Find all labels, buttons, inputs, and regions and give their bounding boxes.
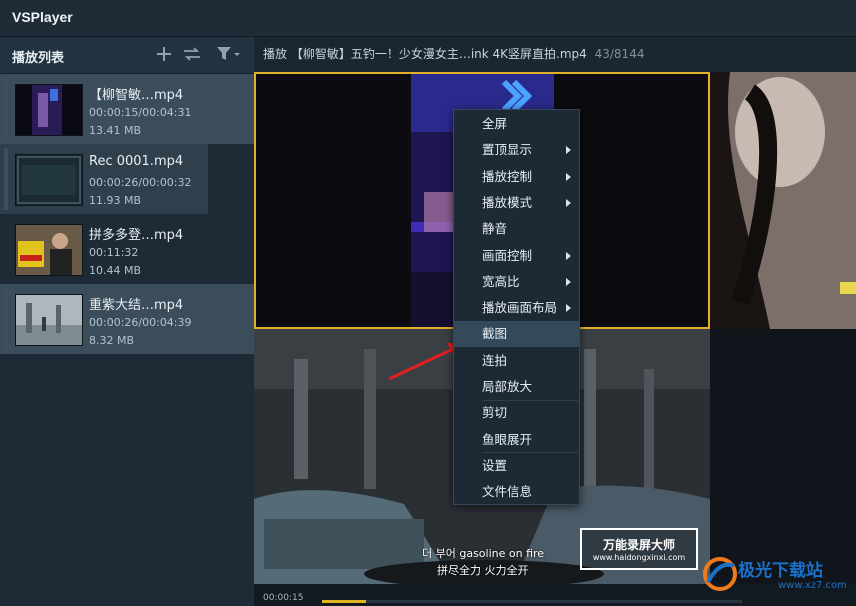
item-marker (4, 148, 8, 210)
item-name: Rec 0001.mp4 (89, 154, 184, 169)
item-marker (4, 78, 8, 140)
submenu-arrow-icon (566, 198, 571, 207)
menu-item[interactable]: 全屏 (454, 111, 579, 137)
playlist-item[interactable]: 拼多多登…mp4 00:11:32 10.44 MB (0, 214, 254, 284)
playlist-item[interactable]: Rec 0001.mp4 00:00:26/00:00:32 11.93 MB (0, 144, 254, 214)
item-size: 11.93 MB (89, 194, 142, 207)
now-playing-bar: 播放 【柳智敏】五钓一！少女漫女主…ink 4K竖屏直拍.mp4 43/8144 (263, 45, 644, 62)
video-cell-4[interactable] (710, 329, 856, 584)
menu-item-label: 局部放大 (482, 379, 533, 394)
watermark-title: 万能录屏大师 (602, 538, 675, 552)
now-playing-title: 播放 【柳智敏】五钓一！少女漫女主…ink 4K竖屏直拍.mp4 (263, 47, 587, 61)
menu-item[interactable]: 播放控制 (454, 164, 579, 190)
menu-item-label: 截图 (482, 326, 508, 342)
menu-item-label: 播放模式 (482, 194, 533, 210)
menu-item[interactable]: 静音 (454, 216, 579, 242)
menu-item-label: 全屏 (482, 116, 508, 131)
context-menu: 全屏置顶显示播放控制播放模式静音画面控制宽高比播放画面布局 截图连拍局部放大剪切鱼… (453, 109, 580, 505)
menu-item-label: 画面控制 (482, 247, 533, 263)
menu-item[interactable]: 鱼眼展开 (454, 427, 579, 453)
site-name: 极光下载站 (738, 561, 823, 581)
subtitle-line-1: 더 부어 gasoline on fire (422, 547, 545, 560)
menu-item-label: 置顶显示 (482, 142, 533, 158)
menu-item-label: 静音 (482, 221, 508, 237)
video-thumbnail (15, 294, 83, 346)
playlist-title: 播放列表 (12, 51, 65, 66)
menu-item[interactable]: 剪切 (454, 400, 579, 426)
menu-item[interactable]: 设置 (454, 453, 579, 479)
playlist-item[interactable]: 重紫大结…mp4 00:00:26/00:04:39 8.32 MB (0, 284, 254, 354)
item-size: 13.41 MB (89, 124, 142, 137)
add-icon[interactable] (155, 45, 173, 67)
video-cell-2[interactable] (710, 72, 856, 329)
menu-item[interactable]: 连拍 (454, 348, 579, 374)
playlist-header: 播放列表 (0, 37, 254, 74)
item-marker (4, 288, 8, 350)
item-name: 拼多多登…mp4 (89, 228, 184, 243)
item-size: 8.32 MB (89, 334, 135, 347)
app-title: VSPlayer (12, 9, 73, 25)
recorder-watermark: 万能录屏大师 www.haidongxinxi.com (580, 528, 698, 570)
filter-icon[interactable] (216, 45, 242, 67)
playlist-sidebar: 播放列表 【柳智敏…mp4 00:00:15/00:04:31 13.41 MB… (0, 37, 254, 606)
playlist: 【柳智敏…mp4 00:00:15/00:04:31 13.41 MB Rec … (0, 74, 254, 354)
subtitle-line-2: 拼尽全力 火力全开 (437, 564, 529, 577)
elapsed-time: 00:00:15 (263, 593, 304, 603)
menu-item[interactable]: 文件信息 (454, 479, 579, 505)
frame-counter: 43/8144 (594, 47, 645, 61)
submenu-arrow-icon (566, 277, 571, 286)
video-frame-empty (710, 329, 856, 584)
menu-item-label: 鱼眼展开 (482, 431, 533, 447)
menu-item[interactable]: 局部放大 (454, 374, 579, 400)
menu-item[interactable]: 宽高比 (454, 269, 579, 295)
menu-item-label: 连拍 (482, 352, 508, 368)
menu-item[interactable]: 播放模式 (454, 190, 579, 216)
item-size: 10.44 MB (89, 264, 142, 277)
submenu-arrow-icon (566, 304, 571, 313)
item-time: 00:11:32 (89, 246, 139, 259)
menu-item-label: 文件信息 (482, 484, 533, 500)
menu-item[interactable]: 置顶显示 (454, 137, 579, 163)
menu-item-label: 设置 (482, 457, 508, 473)
item-time: 00:00:15/00:04:31 (89, 106, 192, 119)
menu-item-label: 剪切 (482, 405, 508, 421)
watermark-url: www.haidongxinxi.com (592, 553, 686, 562)
menu-item-label: 播放画面布局 (482, 300, 558, 316)
item-time: 00:00:26/00:04:39 (89, 316, 192, 329)
playlist-item[interactable]: 【柳智敏…mp4 00:00:15/00:04:31 13.41 MB (0, 74, 254, 144)
video-thumbnail (15, 154, 83, 206)
site-url: www.xz7.com (778, 580, 847, 591)
title-bar: VSPlayer (0, 0, 856, 37)
menu-item[interactable]: 画面控制 (454, 243, 579, 269)
menu-item-label: 宽高比 (482, 273, 520, 289)
progress-fill (322, 600, 366, 603)
video-thumbnail (15, 224, 83, 276)
item-time: 00:00:26/00:00:32 (89, 176, 192, 189)
menu-item[interactable]: 播放画面布局 (454, 295, 579, 321)
video-frame-portrait (710, 72, 856, 329)
menu-item[interactable]: 截图 (454, 321, 579, 348)
item-name: 【柳智敏…mp4 (89, 88, 184, 103)
video-thumbnail (15, 84, 83, 136)
submenu-arrow-icon (566, 172, 571, 181)
progress-track[interactable] (322, 600, 742, 603)
menu-item-label: 播放控制 (482, 168, 533, 184)
shuffle-icon[interactable] (182, 45, 202, 67)
item-name: 重紫大结…mp4 (89, 298, 184, 313)
submenu-arrow-icon (566, 146, 571, 155)
submenu-arrow-icon (566, 251, 571, 260)
